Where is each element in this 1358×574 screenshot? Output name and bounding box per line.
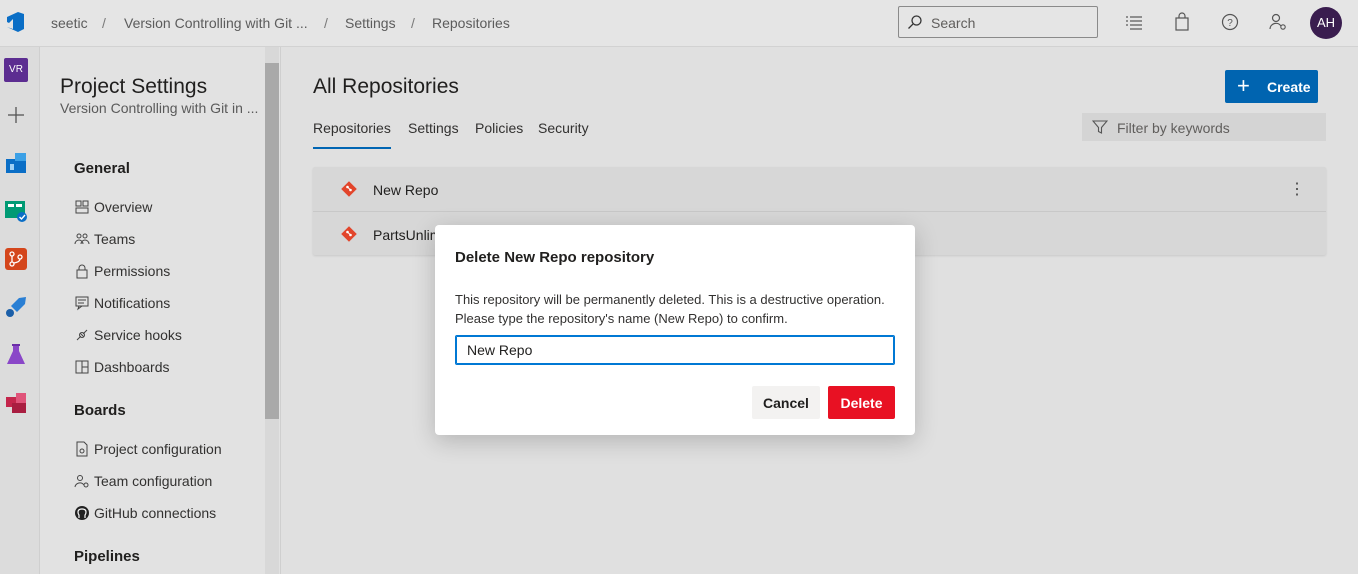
search-box[interactable]: Search: [898, 6, 1098, 38]
dashboards-icon: [75, 360, 89, 374]
pipelines-icon[interactable]: [4, 295, 28, 319]
list-item[interactable]: New Repo ⋮: [313, 167, 1326, 211]
breadcrumb-project[interactable]: Version Controlling with Git ...: [124, 15, 308, 31]
sidebar-item-dashboards[interactable]: Dashboards: [74, 359, 170, 379]
team-configuration-icon: [74, 475, 89, 488]
plus-icon[interactable]: [4, 103, 28, 127]
sidebar-item-overview[interactable]: Overview: [74, 199, 152, 219]
sidebar-item-label: Notifications: [94, 295, 171, 311]
tab-settings[interactable]: Settings: [408, 120, 459, 136]
project-configuration-icon: [76, 441, 88, 457]
repos-icon[interactable]: [4, 247, 28, 271]
sidebar-item-label: Teams: [94, 231, 136, 247]
teams-icon: [74, 233, 90, 245]
sidebar-item-service-hooks[interactable]: Service hooks: [74, 327, 182, 347]
repo-name[interactable]: PartsUnlim: [373, 227, 441, 243]
svg-text:?: ?: [1227, 18, 1233, 29]
create-repository-button[interactable]: + Create: [1225, 70, 1318, 103]
plus-icon: +: [1237, 73, 1250, 98]
help-icon[interactable]: ?: [1220, 12, 1240, 32]
azure-devops-logo[interactable]: [4, 10, 28, 34]
top-bar: seetic / Version Controlling with Git ..…: [0, 0, 1358, 47]
create-button-label: Create: [1267, 79, 1311, 95]
breadcrumb-settings[interactable]: Settings: [345, 15, 396, 31]
filter-input[interactable]: Filter by keywords: [1082, 113, 1326, 141]
sidebar-item-label: Overview: [94, 199, 153, 215]
sidebar-item-label: Service hooks: [94, 327, 182, 343]
lock-icon: [76, 264, 88, 279]
project-badge[interactable]: VR: [4, 58, 28, 82]
service-hooks-icon: [76, 329, 88, 341]
sidebar-item-github-connections[interactable]: GitHub connections: [74, 505, 216, 525]
repo-name[interactable]: New Repo: [373, 182, 438, 198]
active-tab-indicator: [313, 147, 391, 149]
app-rail: VR: [0, 47, 40, 574]
sidebar-item-label: GitHub connections: [94, 505, 217, 521]
breadcrumb-separator: /: [102, 15, 106, 31]
page-title: All Repositories: [313, 75, 459, 98]
git-repo-icon: [341, 226, 357, 242]
sidebar-item-team-configuration[interactable]: Team configuration: [74, 473, 212, 493]
project-settings-sidebar: Project Settings Version Controlling wit…: [40, 47, 281, 574]
notifications-icon: [75, 296, 89, 311]
dialog-description: This repository will be permanently dele…: [455, 292, 885, 326]
overview-grid-icon: [75, 200, 89, 214]
sidebar-item-label: Permissions: [94, 263, 171, 279]
test-plans-icon[interactable]: [4, 343, 28, 367]
sidebar-item-project-configuration[interactable]: Project configuration: [74, 441, 222, 461]
artifacts-icon[interactable]: [4, 391, 28, 415]
sidebar-item-teams[interactable]: Teams: [74, 231, 135, 251]
git-repo-icon: [341, 181, 357, 197]
user-settings-icon[interactable]: [1268, 12, 1288, 32]
section-boards: Boards: [74, 402, 126, 419]
boards-icon[interactable]: [4, 199, 28, 223]
more-options-icon[interactable]: ⋮: [1289, 179, 1305, 199]
marketplace-bag-icon[interactable]: [1172, 12, 1192, 32]
breadcrumb-separator: /: [411, 15, 415, 31]
sidebar-item-label: Dashboards: [94, 359, 170, 375]
tab-repositories[interactable]: Repositories: [313, 120, 391, 136]
section-pipelines: Pipelines: [74, 548, 140, 565]
sidebar-item-permissions[interactable]: Permissions: [74, 263, 170, 283]
sidebar-subtitle: Version Controlling with Git in ...: [60, 100, 259, 116]
avatar[interactable]: AH: [1310, 7, 1342, 39]
delete-button[interactable]: Delete: [828, 386, 895, 419]
sidebar-item-label: Project configuration: [94, 441, 222, 457]
sidebar-scrollbar-thumb[interactable]: [265, 63, 279, 419]
confirm-repo-name-input[interactable]: [455, 335, 895, 365]
filter-placeholder: Filter by keywords: [1117, 120, 1230, 136]
search-placeholder: Search: [931, 15, 976, 31]
breadcrumb-repositories[interactable]: Repositories: [432, 15, 510, 31]
filter-funnel-icon: [1092, 120, 1108, 134]
sidebar-item-notifications[interactable]: Notifications: [74, 295, 170, 315]
task-list-icon[interactable]: [1124, 12, 1144, 32]
cancel-button[interactable]: Cancel: [752, 386, 820, 419]
dialog-title: Delete New Repo repository: [455, 249, 655, 266]
tab-policies[interactable]: Policies: [475, 120, 523, 136]
breadcrumb-org[interactable]: seetic: [51, 15, 88, 31]
sidebar-title: Project Settings: [60, 75, 208, 98]
github-icon: [75, 506, 89, 520]
tab-security[interactable]: Security: [538, 120, 589, 136]
sidebar-item-label: Team configuration: [94, 473, 213, 489]
delete-repository-dialog: Delete New Repo repository This reposito…: [435, 225, 915, 435]
overview-icon[interactable]: [4, 151, 28, 175]
breadcrumb-separator: /: [324, 15, 328, 31]
section-general: General: [74, 160, 130, 177]
search-icon: [908, 15, 922, 29]
